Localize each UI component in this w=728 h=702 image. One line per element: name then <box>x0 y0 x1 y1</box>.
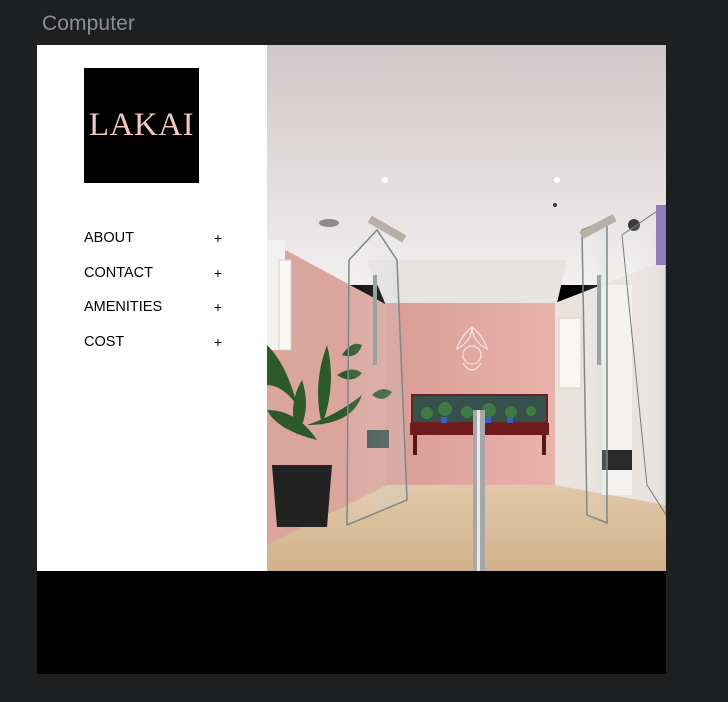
frame-label: Computer <box>42 12 136 35</box>
brand-logo[interactable]: LAKAI <box>84 68 199 183</box>
salon-lobby-photo <box>267 45 666 571</box>
nav-item-label: ABOUT <box>84 230 134 247</box>
page-footer <box>37 571 666 674</box>
brand-logo-text: LAKAI <box>88 107 195 143</box>
expand-plus-icon[interactable]: + <box>213 334 223 350</box>
expand-plus-icon[interactable]: + <box>213 299 223 315</box>
nav-item-label: AMENITIES <box>84 299 163 316</box>
nav-item-cost[interactable]: COST + <box>84 325 223 360</box>
sidebar-nav: ABOUT + CONTACT + AMENITIES + COST + <box>84 221 223 359</box>
website-frame: LAKAI ABOUT + CONTACT + AMENITIES + COST… <box>37 45 666 674</box>
nav-item-about[interactable]: ABOUT + <box>84 221 223 256</box>
nav-item-contact[interactable]: CONTACT + <box>84 256 223 291</box>
sidebar: LAKAI ABOUT + CONTACT + AMENITIES + COST… <box>37 45 267 571</box>
expand-plus-icon[interactable]: + <box>213 265 223 281</box>
hero-image <box>267 45 666 571</box>
nav-item-label: COST <box>84 334 125 351</box>
nav-item-amenities[interactable]: AMENITIES + <box>84 290 223 325</box>
nav-item-label: CONTACT <box>84 264 154 281</box>
expand-plus-icon[interactable]: + <box>213 230 223 246</box>
